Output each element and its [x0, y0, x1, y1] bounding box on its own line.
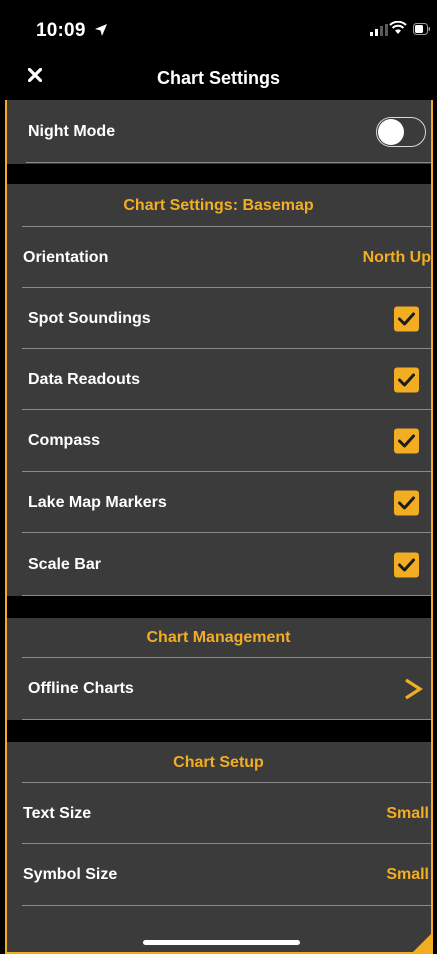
compass-row[interactable]: Compass: [6, 410, 431, 472]
orientation-row[interactable]: Orientation North Up: [6, 227, 431, 288]
spot-soundings-label: Spot Soundings: [28, 309, 151, 327]
night-mode-label: Night Mode: [28, 123, 116, 140]
signal-icon: [370, 24, 388, 36]
night-mode-toggle[interactable]: [376, 117, 426, 147]
spot-soundings-checkbox[interactable]: [394, 306, 419, 331]
location-arrow-icon: [95, 24, 107, 36]
compass-checkbox[interactable]: [394, 428, 419, 454]
text-size-value: Small: [386, 804, 429, 822]
spot-soundings-row[interactable]: Spot Soundings: [6, 288, 431, 349]
lake-map-markers-row[interactable]: Lake Map Markers: [6, 472, 431, 533]
resize-corner: [411, 932, 433, 954]
scale-bar-label: Scale Bar: [28, 555, 101, 573]
offline-charts-row[interactable]: Offline Charts: [6, 658, 431, 720]
text-size-row[interactable]: Text Size Small: [6, 783, 431, 844]
divider: [26, 162, 431, 163]
data-readouts-row[interactable]: Data Readouts: [6, 349, 431, 410]
scale-bar-checkbox[interactable]: [394, 552, 419, 577]
basemap-section-title: Chart Settings: Basemap: [123, 197, 314, 214]
section-gap: [6, 596, 431, 618]
orientation-label: Orientation: [23, 248, 109, 266]
wifi-icon: [389, 21, 407, 34]
section-gap: [6, 720, 431, 742]
checkmark-icon: [398, 558, 415, 571]
status-bar: 10:09: [6, 0, 431, 58]
offline-charts-label: Offline Charts: [28, 680, 134, 697]
checkmark-icon: [398, 434, 415, 448]
battery-icon: [413, 23, 430, 35]
checkmark-icon: [398, 373, 415, 386]
home-indicator[interactable]: [143, 940, 300, 945]
basemap-section-header: Chart Settings: Basemap: [6, 184, 431, 228]
border-left: [5, 100, 7, 954]
orientation-value: North Up: [362, 248, 431, 266]
setup-section-title: Chart Setup: [173, 753, 264, 771]
status-time: 10:09: [36, 20, 86, 41]
chevron-right-icon[interactable]: [403, 678, 423, 700]
checkmark-icon: [398, 496, 415, 509]
data-readouts-checkbox[interactable]: [394, 367, 419, 392]
text-size-label: Text Size: [23, 804, 92, 822]
page-title: Chart Settings: [156, 68, 280, 88]
setup-section-header: Chart Setup: [6, 742, 431, 783]
settings-screen: 10:09 Chart Settings Night Mode Chart Se…: [6, 0, 431, 954]
scale-bar-row[interactable]: Scale Bar: [6, 533, 431, 596]
navigation-bar: Chart Settings: [6, 58, 431, 100]
night-mode-row: Night Mode: [6, 100, 431, 164]
section-gap: [6, 164, 431, 184]
management-section-header: Chart Management: [6, 618, 431, 658]
management-section-title: Chart Management: [146, 629, 291, 646]
toggle-knob: [378, 119, 404, 145]
data-readouts-label: Data Readouts: [28, 370, 141, 388]
symbol-size-value: Small: [386, 866, 429, 883]
checkmark-icon: [398, 312, 415, 325]
lake-map-markers-checkbox[interactable]: [394, 490, 419, 515]
lake-map-markers-label: Lake Map Markers: [28, 493, 167, 511]
compass-label: Compass: [28, 432, 101, 449]
bottom-filler: [6, 906, 431, 954]
symbol-size-label: Symbol Size: [23, 866, 118, 883]
border-right: [431, 100, 433, 954]
symbol-size-row[interactable]: Symbol Size Small: [6, 844, 431, 906]
